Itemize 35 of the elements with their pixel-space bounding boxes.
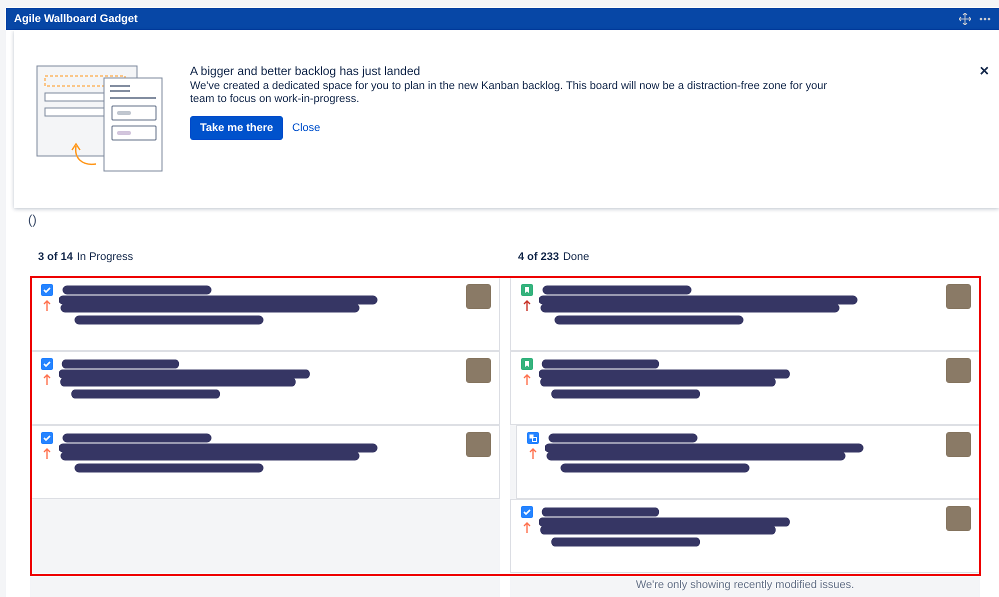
- gadget-title: Agile Wallboard Gadget: [14, 13, 138, 25]
- close-link[interactable]: Close: [292, 122, 320, 134]
- issue-card[interactable]: [510, 499, 980, 573]
- issue-card[interactable]: [30, 425, 500, 499]
- avatar-placeholder: [466, 284, 491, 309]
- column-name: Done: [562, 251, 590, 265]
- more-icon[interactable]: [979, 17, 991, 21]
- bookmark-icon: [521, 358, 533, 370]
- footer-note: We're only showing recently modified issues.: [634, 578, 856, 591]
- checkbox-icon: [521, 506, 533, 518]
- board-title: (): [28, 212, 38, 227]
- checkbox-icon: [41, 432, 53, 444]
- avatar-placeholder: [466, 358, 491, 383]
- banner-heading: A bigger and better backlog has just landed: [190, 64, 422, 78]
- checkbox-icon: [41, 284, 53, 296]
- issue-card[interactable]: [516, 425, 980, 499]
- issue-card[interactable]: [510, 277, 980, 351]
- avatar-placeholder: [466, 432, 491, 457]
- banner-text: We've created a dedicated space for you to plan in the new Kanban backlog. This board will now be a distraction-free zone for your team to focus on work-in-progress.: [190, 80, 828, 106]
- take-me-there-button[interactable]: Take me there: [190, 116, 284, 140]
- subtask-icon: [527, 432, 539, 444]
- column-count: 4 of 233: [518, 251, 559, 265]
- checkbox-icon: [41, 358, 53, 370]
- column-count: 3 of 14: [38, 251, 73, 265]
- close-button[interactable]: ×: [980, 64, 989, 80]
- issue-card[interactable]: [30, 277, 500, 351]
- avatar-placeholder: [946, 284, 971, 309]
- column-name: In Progress: [76, 251, 134, 265]
- avatar-placeholder: [946, 432, 971, 457]
- avatar-placeholder: [946, 358, 971, 383]
- move-icon[interactable]: [959, 13, 971, 25]
- issue-card[interactable]: [30, 351, 500, 425]
- avatar-placeholder: [946, 506, 971, 531]
- issue-card[interactable]: [510, 351, 980, 425]
- bookmark-icon: [521, 284, 533, 296]
